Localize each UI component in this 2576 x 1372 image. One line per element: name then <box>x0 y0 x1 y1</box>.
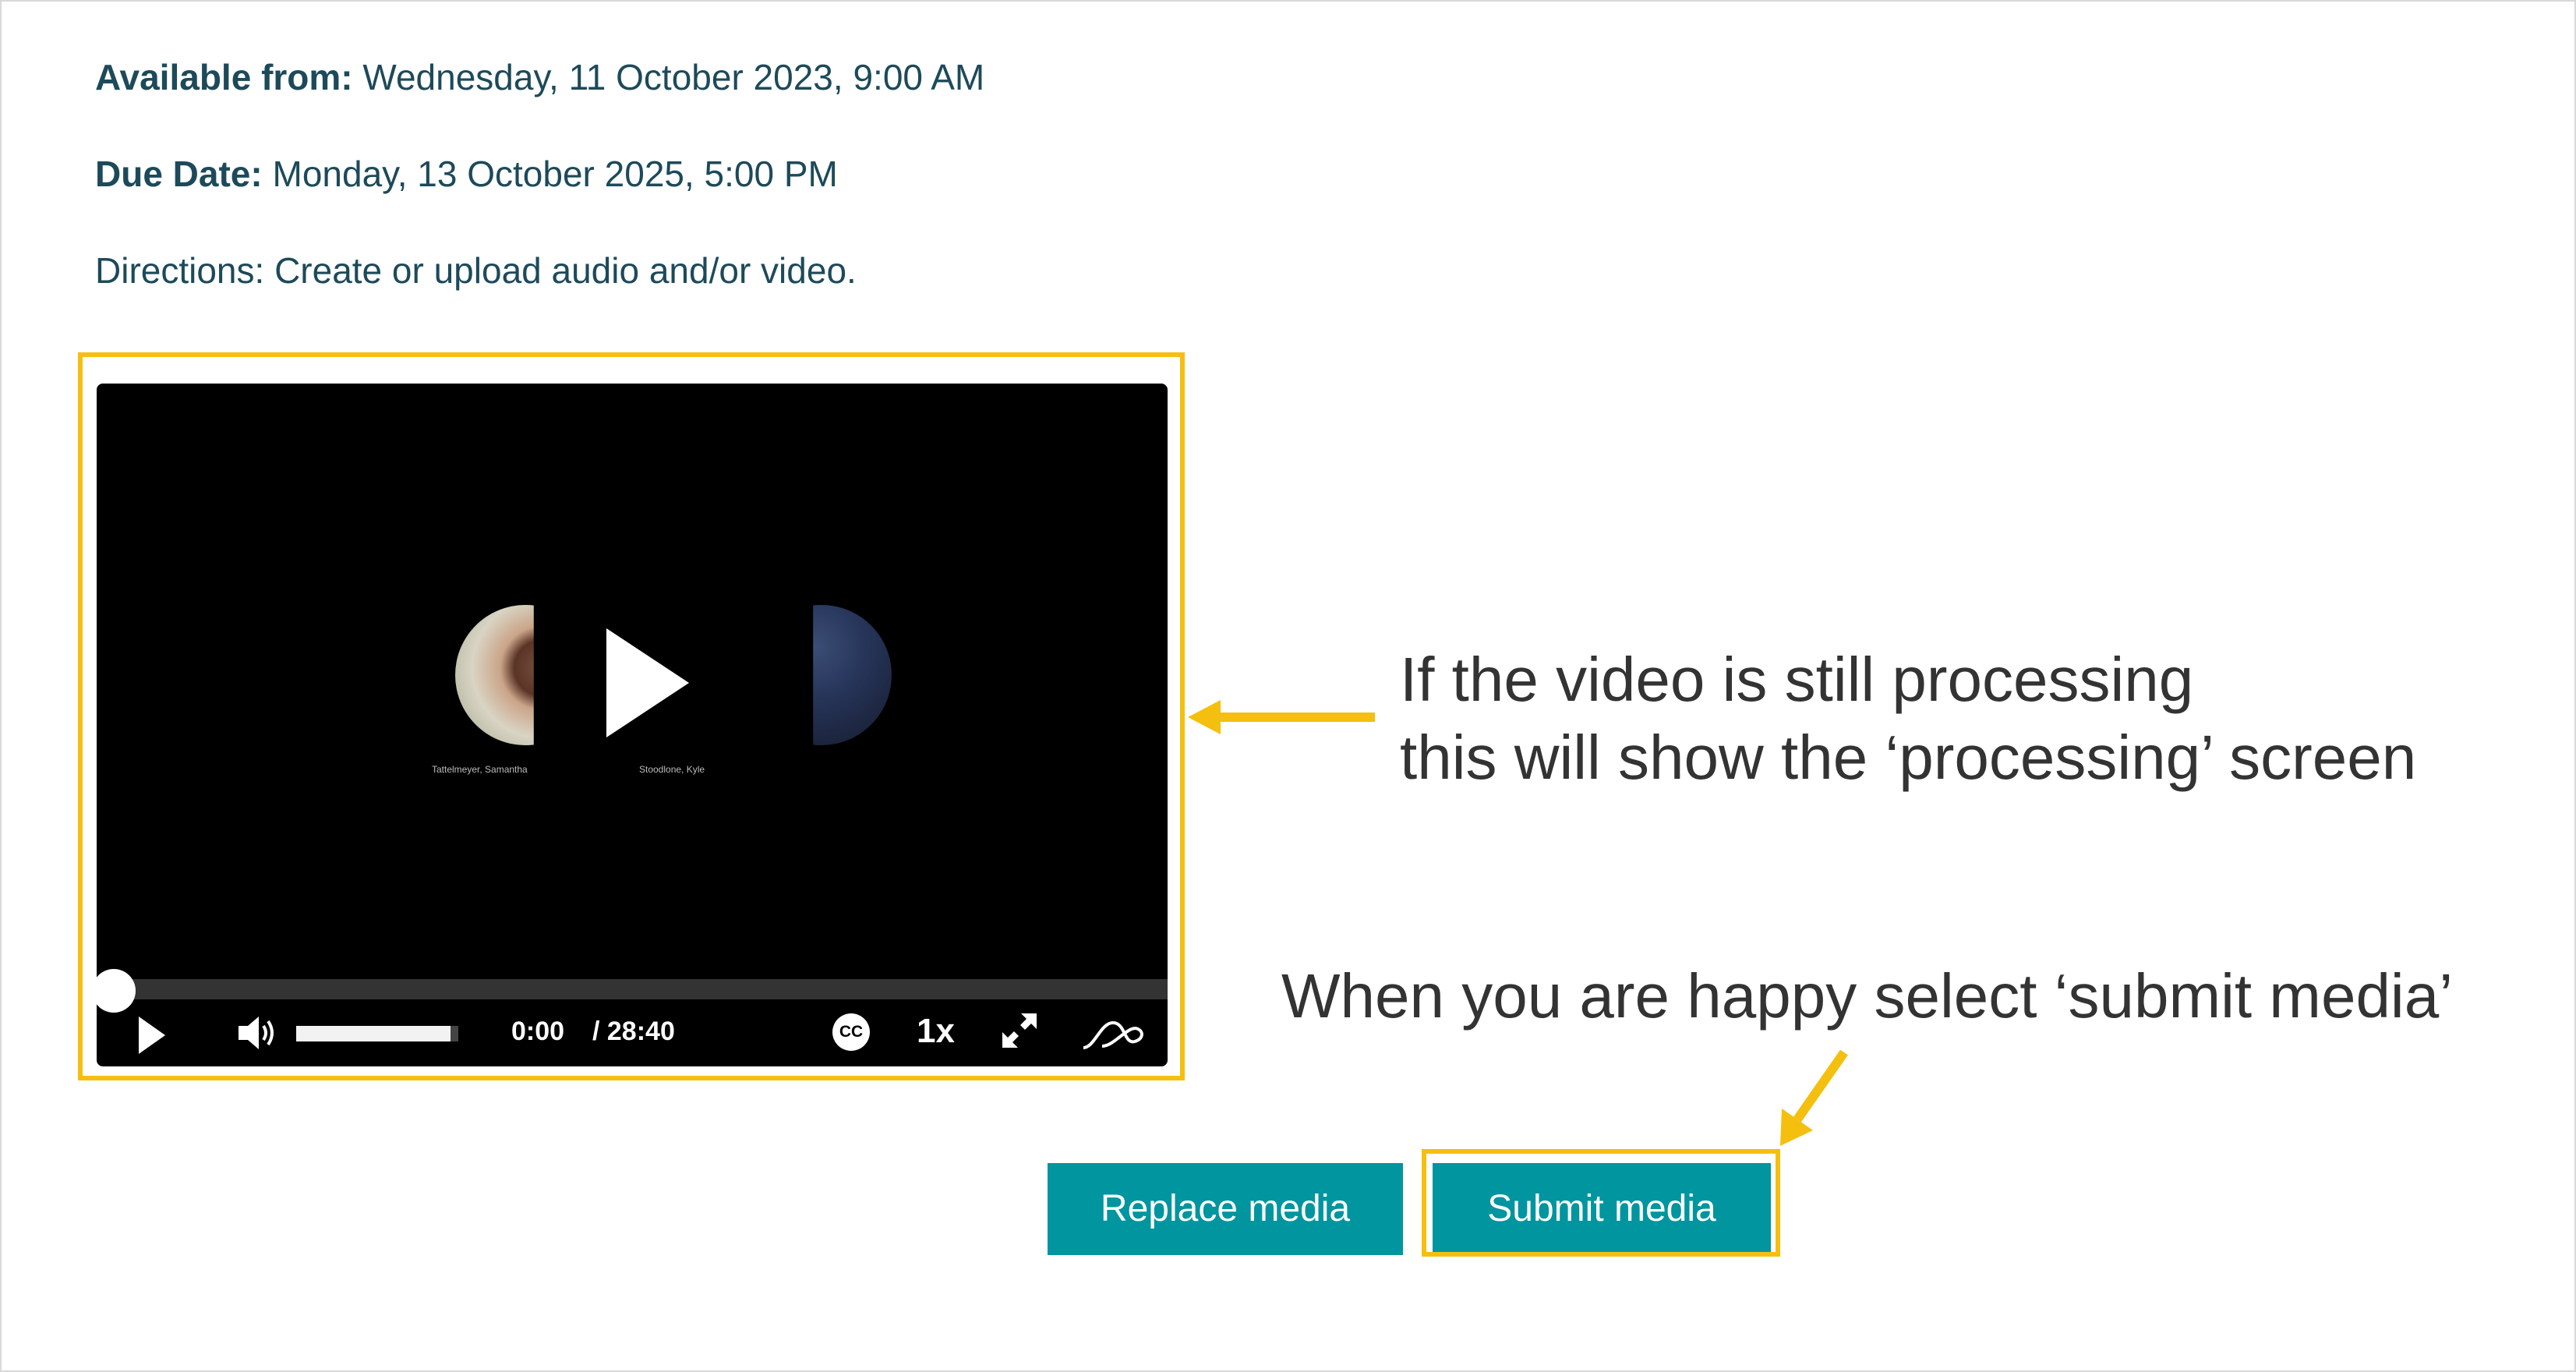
arrow-to-video-head <box>1188 700 1221 734</box>
arrow-to-submit <box>1793 1049 1848 1123</box>
annotation-arrows <box>1188 700 1848 1146</box>
